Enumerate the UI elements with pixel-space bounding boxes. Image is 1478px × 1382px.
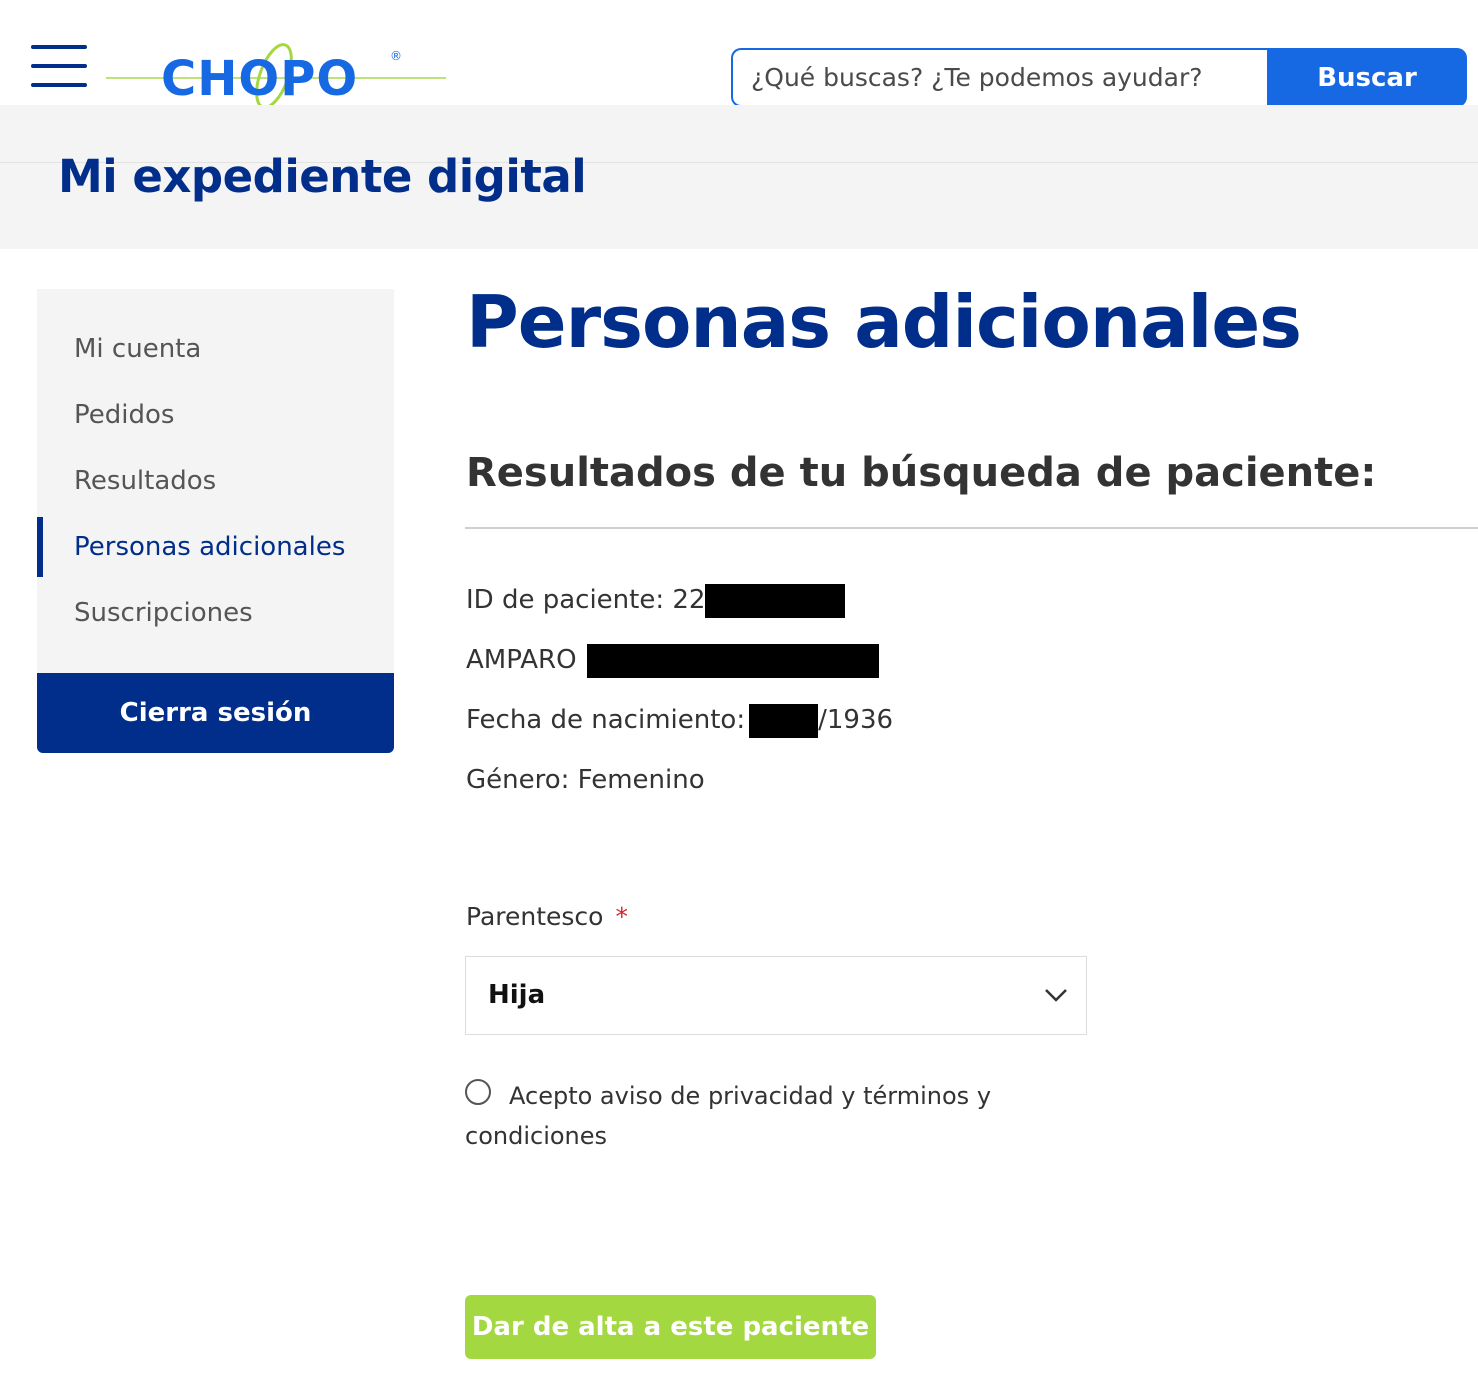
relationship-select[interactable]: Hija	[465, 956, 1087, 1035]
redacted-block	[586, 643, 879, 678]
redacted-block	[749, 703, 819, 738]
birthdate-label: Fecha de nacimiento:	[466, 705, 746, 735]
register-patient-button[interactable]: Dar de alta a este paciente	[465, 1295, 876, 1359]
birth-year: /1936	[818, 705, 894, 735]
sidebar-item-personas-adicionales[interactable]: Personas adicionales	[37, 517, 394, 577]
site-header: CHOPO ® Buscar	[0, 0, 1478, 109]
svg-text:®: ®	[390, 49, 402, 63]
redacted-block	[705, 583, 846, 618]
privacy-terms-label[interactable]: Acepto aviso de privacidad y términos y …	[465, 1076, 1025, 1156]
relationship-label: Parentesco *	[466, 902, 628, 931]
patient-id-label: ID de paciente: 22	[466, 585, 706, 615]
chevron-down-icon	[1045, 989, 1067, 1002]
account-sidebar: Mi cuenta Pedidos Resultados Personas ad…	[37, 289, 394, 753]
banner-title: Mi expediente digital	[58, 150, 587, 203]
patient-name-label: AMPARO	[466, 645, 577, 675]
section-divider	[465, 527, 1478, 529]
logout-button[interactable]: Cierra sesión	[37, 673, 394, 753]
page-title: Personas adicionales	[466, 280, 1302, 364]
patient-id: ID de paciente: 22	[466, 580, 846, 620]
patient-name: AMPARO	[466, 640, 879, 680]
patient-gender: Género: Femenino	[466, 765, 705, 795]
sidebar-item-mi-cuenta[interactable]: Mi cuenta	[37, 319, 394, 379]
sidebar-item-pedidos[interactable]: Pedidos	[37, 385, 394, 445]
hamburger-menu-icon[interactable]	[31, 45, 87, 87]
chopo-logo[interactable]: CHOPO ®	[106, 40, 451, 112]
sidebar-item-suscripciones[interactable]: Suscripciones	[37, 583, 394, 643]
section-title: Resultados de tu búsqueda de paciente:	[466, 450, 1377, 496]
search-button[interactable]: Buscar	[1267, 48, 1467, 107]
search-input[interactable]	[731, 48, 1268, 107]
patient-birthdate: Fecha de nacimiento: /1936	[466, 700, 893, 740]
banner: Mi expediente digital	[0, 105, 1478, 249]
relationship-selected-value: Hija	[488, 980, 546, 1010]
sidebar-item-resultados[interactable]: Resultados	[37, 451, 394, 511]
logo-text: CHOPO	[161, 51, 358, 107]
required-asterisk: *	[615, 902, 628, 931]
relationship-label-text: Parentesco	[466, 902, 604, 931]
